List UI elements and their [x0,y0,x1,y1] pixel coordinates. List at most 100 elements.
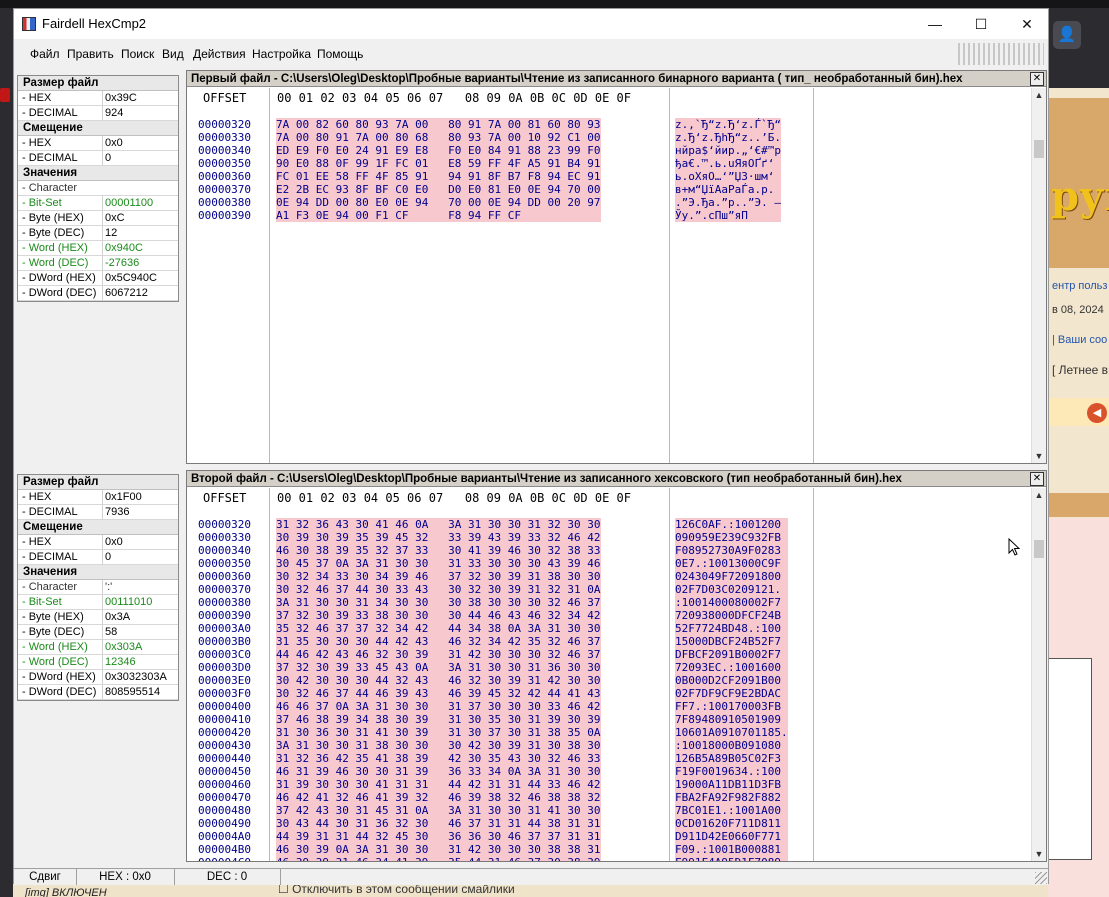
file2-hex-view[interactable]: OFFSET 00 01 02 03 04 05 06 07 08 09 0A … [187,488,1032,861]
hex-column[interactable]: 31 32 36 43 30 41 46 0A 3A 31 30 30 31 3… [276,518,601,861]
ascii-row[interactable]: 0243049F72091800 [675,570,788,583]
ascii-row[interactable]: 52F7724BD48.:100 [675,622,788,635]
menu-view[interactable]: Вид [162,47,184,61]
scroll-thumb[interactable] [1034,140,1044,158]
hex-row[interactable]: E2 2B EC 93 8F BF C0 E0 D0 E0 81 E0 0E 9… [276,183,601,196]
ascii-row[interactable]: Ўу.”.сПш”яП [675,209,781,222]
hex-row[interactable]: 30 43 44 30 31 36 32 30 46 37 31 31 44 3… [276,817,601,830]
hex-row[interactable]: 44 39 31 31 44 32 45 30 36 36 30 46 37 3… [276,830,601,843]
ascii-row[interactable]: в+м“ЏїАаРаЃа.p. [675,183,781,196]
hex-row[interactable]: 37 32 30 39 33 38 30 30 30 44 46 43 46 3… [276,609,601,622]
ascii-row[interactable]: 7BC01E1.:1001A00 [675,804,788,817]
ascii-row[interactable]: F09.:1001B000881 [675,843,788,856]
menu-edit[interactable]: Править [67,47,114,61]
ascii-row[interactable]: 0B000D2CF2091B00 [675,674,788,687]
hex-row[interactable]: 37 46 38 39 34 38 30 39 31 30 35 30 31 3… [276,713,601,726]
ascii-row[interactable]: ь.оXяO…‘”ЏЗ·шм‘ [675,170,781,183]
ascii-row[interactable]: F08952730A9F0283 [675,544,788,557]
hex-row[interactable]: 30 32 46 37 44 46 39 43 46 39 45 32 42 4… [276,687,601,700]
hex-row[interactable]: 46 39 39 31 46 34 41 39 35 44 31 46 37 3… [276,856,601,861]
hex-row[interactable]: FC 01 EE 58 FF 4F 85 91 94 91 8F B7 F8 9… [276,170,601,183]
ascii-row[interactable]: :10018000B091080 [675,739,788,752]
hex-row[interactable]: 35 32 46 37 37 32 34 42 44 34 38 0A 3A 3… [276,622,601,635]
hex-row[interactable]: 46 42 41 32 46 41 39 32 46 39 38 32 46 3… [276,791,601,804]
user-profile-icon[interactable]: 👤 [1053,21,1081,49]
ascii-row[interactable]: F19F0019634.:100 [675,765,788,778]
hex-row[interactable]: 3A 31 30 30 31 34 30 30 30 38 30 30 30 3… [276,596,601,609]
minimize-button[interactable]: — [912,9,958,39]
maximize-button[interactable]: ☐ [958,9,1004,39]
ascii-row[interactable]: FBA2FA92F982F882 [675,791,788,804]
file1-scrollbar[interactable]: ▲ ▼ [1031,88,1046,463]
ascii-row[interactable]: 15000DBCF24B52F7 [675,635,788,648]
ascii-column[interactable]: z.‚`Ђ“z.Ђ‘z.Ѓ`Ђ“ z.Ђ‘z.ЂhЂ“z..’Б. нйра$‘йи… [675,118,781,222]
hex-row[interactable]: 31 32 36 43 30 41 46 0A 3A 31 30 30 31 3… [276,518,601,531]
file2-scrollbar[interactable]: ▲ ▼ [1031,488,1046,861]
ascii-row[interactable]: z.‚`Ђ“z.Ђ‘z.Ѓ`Ђ“ [675,118,781,131]
ascii-row[interactable]: 02F7D03C0209121. [675,583,788,596]
hex-row[interactable]: 31 39 30 30 30 41 31 31 44 42 31 31 44 3… [276,778,601,791]
hex-row[interactable]: 30 39 30 39 35 39 45 32 33 39 43 39 33 3… [276,531,601,544]
ascii-row[interactable]: нйра$‘йиp.„‘€#™р [675,144,781,157]
ascii-row[interactable]: 72093EC.:1001600 [675,661,788,674]
ascii-row[interactable]: 126C0AF.:1001200 [675,518,788,531]
resize-grip[interactable] [1035,872,1047,884]
ascii-row[interactable]: 19000A11DB11D3FB [675,778,788,791]
hex-row[interactable]: 30 42 30 30 30 44 32 43 46 32 30 39 31 4… [276,674,601,687]
hex-row[interactable]: 7A 00 80 91 7A 00 80 68 80 93 7A 00 10 9… [276,131,601,144]
hex-row[interactable]: 37 32 30 39 33 45 43 0A 3A 31 30 30 31 3… [276,661,601,674]
hex-row[interactable]: 37 42 43 30 31 45 31 0A 3A 31 30 30 31 4… [276,804,601,817]
ascii-row[interactable]: DFBCF2091B0002F7 [675,648,788,661]
back-arrow-icon[interactable]: ◀ [1087,403,1107,423]
hex-row[interactable]: A1 F3 0E 94 00 F1 CF F8 94 FF CF [276,209,601,222]
hex-row[interactable]: ED E9 F0 E0 24 91 E9 E8 F0 E0 84 91 88 2… [276,144,601,157]
menu-help[interactable]: Помощь [317,47,363,61]
scroll-thumb[interactable] [1034,540,1044,558]
hex-row[interactable]: 46 30 39 0A 3A 31 30 30 31 42 30 30 30 3… [276,843,601,856]
hex-row[interactable]: 31 35 30 30 30 44 42 43 46 32 34 42 35 3… [276,635,601,648]
forum-textbox[interactable] [1048,658,1092,860]
hex-column[interactable]: 7A 00 82 60 80 93 7A 00 80 91 7A 00 81 6… [276,118,601,222]
menu-search[interactable]: Поиск [121,47,154,61]
ascii-row[interactable]: 7F89480910501909 [675,713,788,726]
ascii-row[interactable]: ђа€.™.ь.uЯяOҐґ‘ [675,157,781,170]
ascii-row[interactable]: 090959E239C932FB [675,531,788,544]
disable-smilies-checkbox[interactable]: ☐ Отключить в этом сообщении смайлики [278,884,515,896]
scroll-up-icon[interactable]: ▲ [1032,88,1046,102]
hex-row[interactable]: 7A 00 82 60 80 93 7A 00 80 91 7A 00 81 6… [276,118,601,131]
ascii-row[interactable]: FF7.:100170003FB [675,700,788,713]
forum-text[interactable]: ентр польз [1052,280,1107,292]
menu-file[interactable]: Файл [30,47,60,61]
hex-row[interactable]: 30 45 37 0A 3A 31 30 30 31 33 30 30 30 4… [276,557,601,570]
file1-hex-view[interactable]: OFFSET 00 01 02 03 04 05 06 07 08 09 0A … [187,88,1032,463]
hex-row[interactable]: 46 31 39 46 30 30 31 39 36 33 34 0A 3A 3… [276,765,601,778]
menu-actions[interactable]: Действия [193,47,246,61]
hex-row[interactable]: 0E 94 DD 00 80 E0 0E 94 70 00 0E 94 DD 0… [276,196,601,209]
hex-row[interactable]: 46 46 37 0A 3A 31 30 30 31 37 30 30 30 3… [276,700,601,713]
scroll-up-icon[interactable]: ▲ [1032,488,1046,502]
ascii-row[interactable]: .”Э.Ђа.”p..”Э. — [675,196,781,209]
ascii-row[interactable]: 10601A0910701185. [675,726,788,739]
hex-row[interactable]: 31 32 36 42 35 41 38 39 42 30 35 43 30 3… [276,752,601,765]
ascii-row[interactable]: 0E7.:10013000C9F [675,557,788,570]
forum-text[interactable]: | Ваши соо [1052,334,1107,346]
hex-row[interactable]: 44 46 42 43 46 32 30 39 31 42 30 30 30 3… [276,648,601,661]
scroll-down-icon[interactable]: ▼ [1032,449,1046,463]
file2-close-button[interactable]: ✕ [1030,472,1044,486]
ascii-row[interactable]: F991F4A95D1F7089 [675,856,788,861]
scroll-down-icon[interactable]: ▼ [1032,847,1046,861]
ascii-column[interactable]: 126C0AF.:1001200 090959E239C932FB F0895273… [675,518,788,861]
ascii-row[interactable]: :1001400080002F7 [675,596,788,609]
file1-close-button[interactable]: ✕ [1030,72,1044,86]
ascii-row[interactable]: 0CD01620F711D811 [675,817,788,830]
hex-row[interactable]: 90 E0 88 0F 99 1F FC 01 E8 59 FF 4F A5 9… [276,157,601,170]
hex-row[interactable]: 31 30 36 30 31 41 30 39 31 30 37 30 31 3… [276,726,601,739]
toolbar-grip[interactable] [958,43,1044,65]
menu-settings[interactable]: Настройка [252,47,311,61]
hex-row[interactable]: 3A 31 30 30 31 38 30 30 30 42 30 39 31 3… [276,739,601,752]
ascii-row[interactable]: z.Ђ‘z.ЂhЂ“z..’Б. [675,131,781,144]
title-bar[interactable]: Fairdell HexCmp2 — ☐ ✕ [14,9,1048,39]
ascii-row[interactable]: 02F7DF9CF9E2BDAC [675,687,788,700]
hex-row[interactable]: 30 32 46 37 44 30 33 43 30 32 30 39 31 3… [276,583,601,596]
close-button[interactable]: ✕ [1004,9,1050,39]
